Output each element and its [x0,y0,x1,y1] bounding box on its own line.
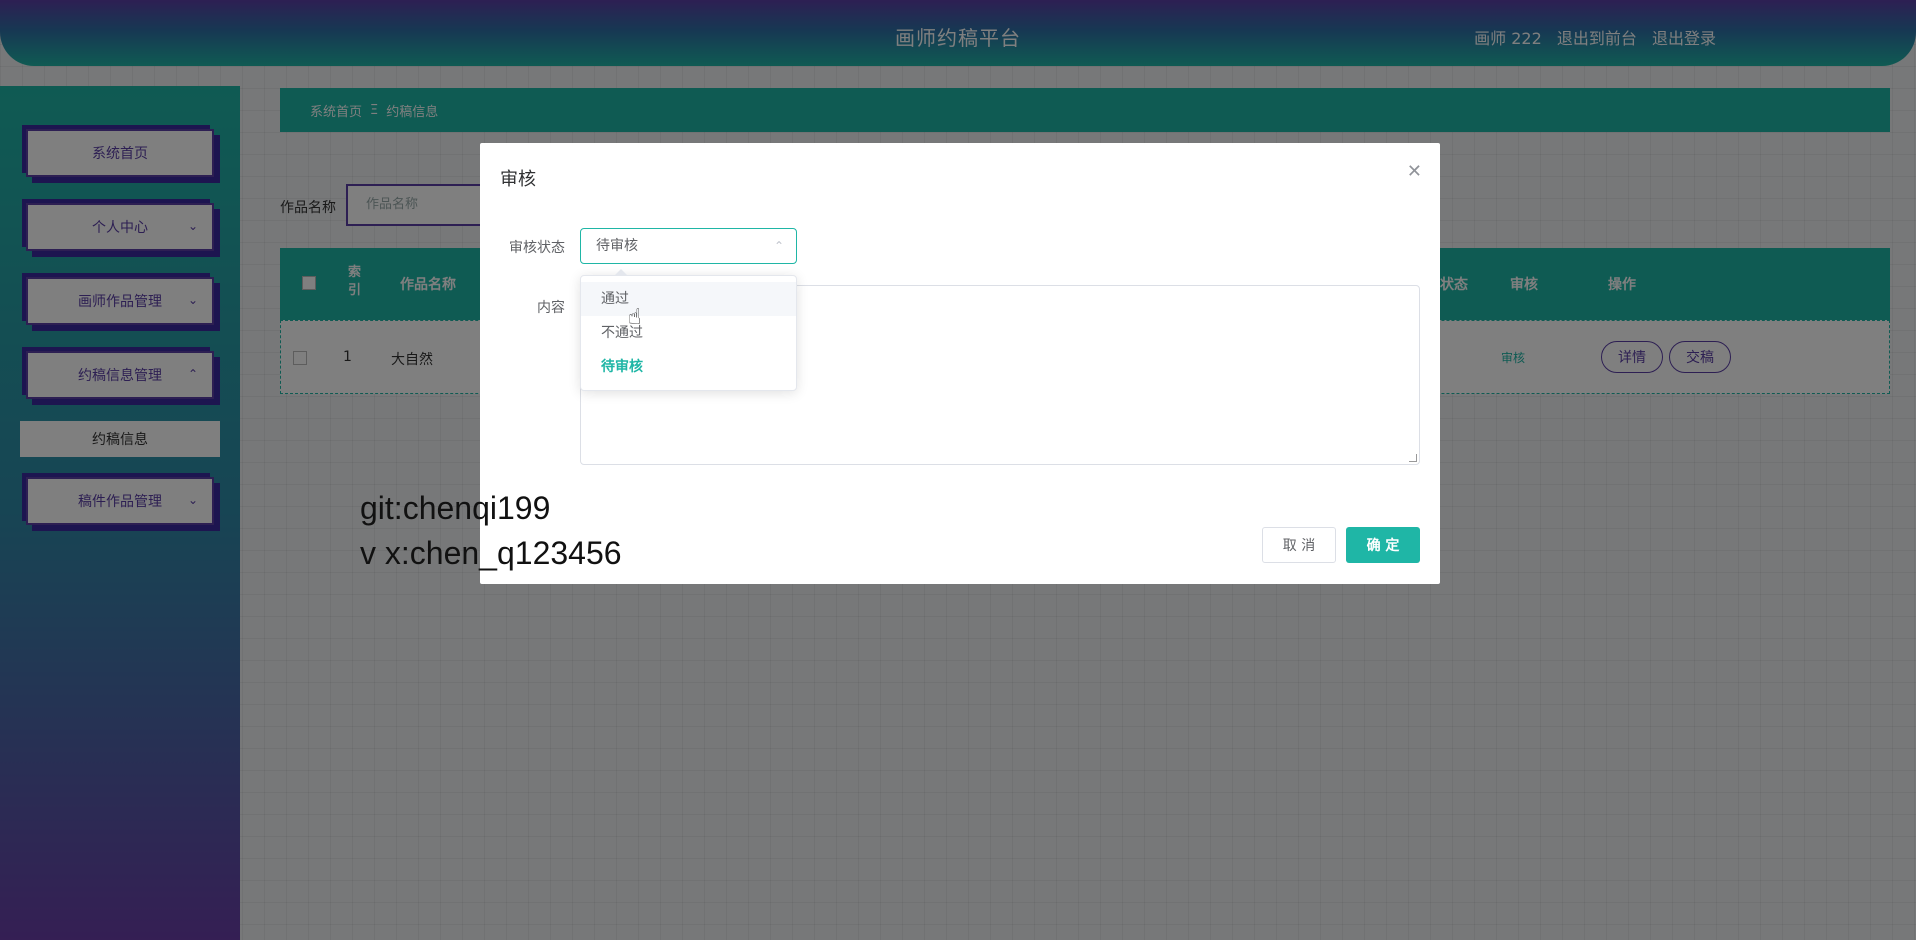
audit-dialog: 审核 ✕ 审核状态 待审核 ⌃ 内容 通过 不通过 待审核 ☝ 取 消 确 定 [480,143,1440,584]
ok-button[interactable]: 确 定 [1346,527,1420,563]
status-select[interactable]: 待审核 ⌃ [580,228,797,264]
resize-handle-icon[interactable] [1409,454,1417,462]
option-reject[interactable]: 不通过 [581,316,796,350]
content-label: 内容 [537,300,565,316]
dialog-title: 审核 [500,169,536,190]
watermark-line-1: git:chenqi199 [360,490,551,526]
chevron-up-icon: ⌃ [773,239,784,253]
status-label: 审核状态 [509,240,565,256]
option-pending[interactable]: 待审核 [581,350,796,384]
cancel-button[interactable]: 取 消 [1262,527,1336,563]
app-root: 画师约稿平台 画师 222 退出到前台 退出登录 系统首页 个人中心 ⌄ 画师作… [0,0,1916,940]
status-dropdown: 通过 不通过 待审核 [580,269,797,391]
option-pass[interactable]: 通过 [581,282,796,316]
status-select-value: 待审核 [596,238,638,254]
hand-cursor-icon: ☝ [628,305,642,330]
close-icon[interactable]: ✕ [1407,161,1422,182]
watermark-line-2: v x:chen_q123456 [360,535,622,571]
